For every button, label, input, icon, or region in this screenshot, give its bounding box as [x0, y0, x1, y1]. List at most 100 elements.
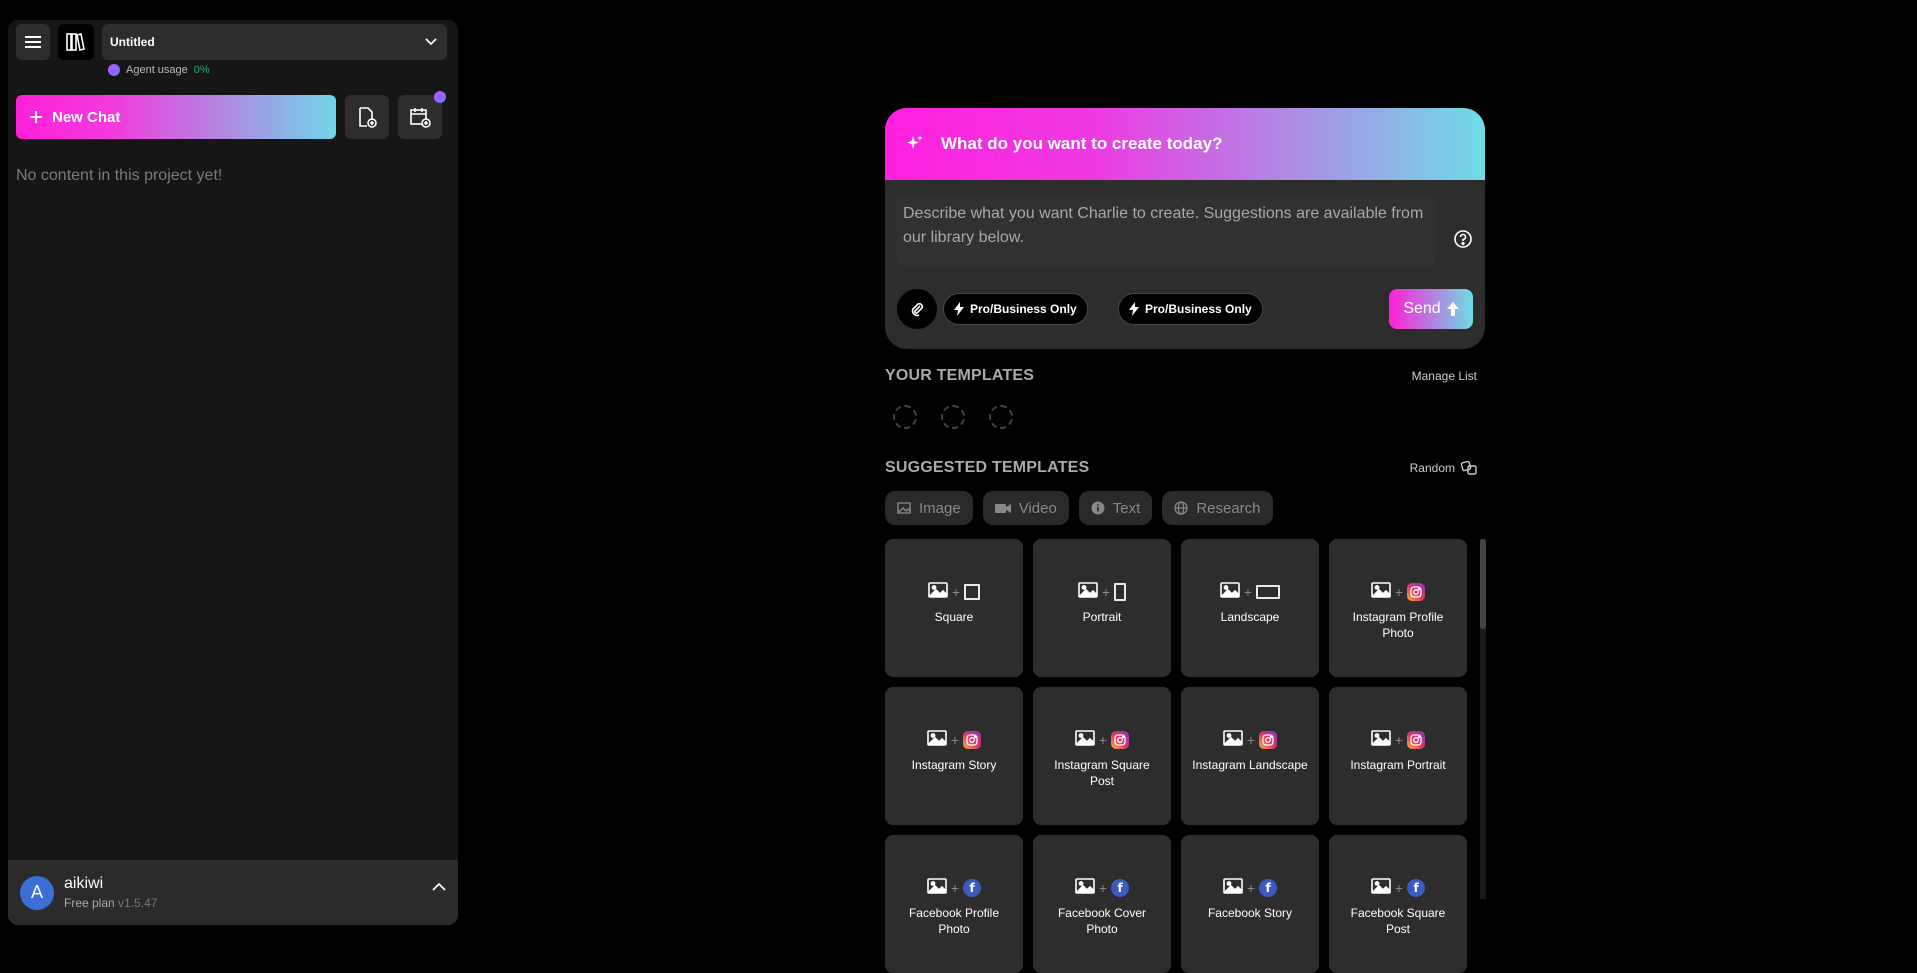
- image-icon: [926, 729, 947, 751]
- agent-usage: Agent usage 0%: [108, 64, 210, 76]
- plan-name: Free plan: [64, 896, 115, 910]
- library-logo[interactable]: [58, 24, 94, 60]
- add-document-button[interactable]: [345, 95, 389, 139]
- facebook-icon: f: [1259, 879, 1278, 897]
- template-card[interactable]: + Instagram Story: [885, 687, 1023, 825]
- filter-research[interactable]: Research: [1162, 491, 1273, 525]
- project-title: Untitled: [110, 35, 155, 49]
- filter-video[interactable]: Video: [982, 491, 1069, 525]
- instagram-icon: [1259, 731, 1278, 749]
- facebook-icon: f: [1111, 879, 1130, 897]
- chevron-up-icon[interactable]: [432, 882, 446, 891]
- portrait-shape-icon: [1114, 583, 1126, 601]
- facebook-icon: f: [963, 879, 982, 897]
- prompt-input[interactable]: Describe what you want Charlie to create…: [897, 196, 1435, 266]
- template-label: Instagram Profile Photo: [1352, 610, 1444, 640]
- add-schedule-button[interactable]: [398, 91, 446, 139]
- template-card[interactable]: + Instagram Profile Photo: [1329, 539, 1467, 677]
- help-icon[interactable]: [1453, 229, 1473, 249]
- pro-option-pill-2[interactable]: Pro/Business Only: [1118, 293, 1263, 325]
- template-card[interactable]: + f Facebook Profile Photo: [885, 835, 1023, 973]
- plus-icon: +: [1098, 880, 1108, 896]
- template-card[interactable]: + Instagram Square Post: [1033, 687, 1171, 825]
- suggested-templates-title: SUGGESTED TEMPLATES: [885, 459, 1090, 476]
- template-card[interactable]: + Landscape: [1181, 539, 1319, 677]
- template-card[interactable]: + f Facebook Square Post: [1329, 835, 1467, 973]
- template-icons: +: [1370, 581, 1426, 603]
- sidebar: Untitled Agent usage 0% New Chat No cont…: [8, 20, 458, 925]
- usage-icon: [108, 64, 120, 76]
- pro-badge-icon: [434, 91, 446, 103]
- template-card[interactable]: + Portrait: [1033, 539, 1171, 677]
- dice-icon: [1461, 461, 1477, 475]
- new-chat-button[interactable]: New Chat: [16, 95, 336, 139]
- image-icon: [1077, 581, 1098, 603]
- composer-header: What do you want to create today?: [885, 108, 1485, 180]
- template-card[interactable]: + Square: [885, 539, 1023, 677]
- template-filters: Image Video Text Research: [885, 491, 1485, 525]
- image-icon: [926, 877, 947, 899]
- new-chat-label: New Chat: [52, 108, 121, 126]
- template-label: Portrait: [1082, 610, 1122, 624]
- template-scrollbar[interactable]: [1480, 539, 1486, 899]
- template-label: Instagram Story: [911, 758, 997, 772]
- pro-option-pill-1[interactable]: Pro/Business Only: [943, 293, 1088, 325]
- instagram-icon: [1407, 731, 1426, 749]
- instagram-icon: [963, 731, 982, 749]
- template-label: Instagram Square Post: [1054, 758, 1150, 788]
- instagram-icon: [1111, 731, 1130, 749]
- composer-panel: What do you want to create today? Descri…: [885, 108, 1485, 349]
- chevron-down-icon: [425, 38, 437, 46]
- project-selector[interactable]: Untitled: [102, 24, 447, 60]
- plus-icon: [30, 111, 42, 123]
- plus-icon: +: [1246, 880, 1256, 896]
- template-icons: +: [1370, 729, 1426, 751]
- template-card[interactable]: + f Facebook Story: [1181, 835, 1319, 973]
- template-card[interactable]: + f Facebook Cover Photo: [1033, 835, 1171, 973]
- arrow-up-icon: [1446, 302, 1459, 316]
- plus-icon: +: [950, 880, 960, 896]
- template-card[interactable]: + Instagram Landscape: [1181, 687, 1319, 825]
- random-button[interactable]: Random: [1410, 461, 1477, 475]
- template-label: Facebook Story: [1207, 906, 1293, 920]
- template-label: Square: [934, 610, 974, 624]
- plus-icon: +: [1394, 732, 1404, 748]
- filter-text[interactable]: Text: [1078, 491, 1153, 525]
- image-icon: [1370, 729, 1391, 751]
- sidebar-topbar: Untitled: [16, 24, 447, 60]
- filter-image[interactable]: Image: [885, 491, 973, 525]
- loading-spinner-icon: [893, 405, 917, 429]
- plus-icon: +: [1243, 584, 1253, 600]
- template-icons: +: [927, 581, 980, 603]
- template-grid: + Square + Portrait + Landscape + Instagram Pro…: [885, 539, 1486, 973]
- user-account-bar[interactable]: A aikiwi Free plan v1.5.47: [8, 860, 458, 925]
- plus-icon: +: [1101, 584, 1111, 600]
- template-label: Landscape: [1220, 610, 1280, 624]
- image-icon: [1219, 581, 1240, 603]
- empty-project-message: No content in this project yet!: [16, 167, 223, 184]
- filter-video-label: Video: [1018, 499, 1057, 517]
- books-icon: [66, 33, 85, 51]
- instagram-icon: [1407, 583, 1426, 601]
- send-button[interactable]: Send: [1389, 289, 1473, 329]
- plus-icon: +: [1098, 732, 1108, 748]
- template-card[interactable]: + Instagram Portrait: [1329, 687, 1467, 825]
- pro-only-label-2: Pro/Business Only: [1145, 302, 1252, 316]
- square-shape-icon: [964, 584, 980, 600]
- plus-icon: +: [950, 732, 960, 748]
- template-label: Facebook Square Post: [1350, 906, 1446, 936]
- filter-research-label: Research: [1196, 499, 1261, 517]
- main-content: What do you want to create today? Descri…: [885, 108, 1486, 973]
- scrollbar-thumb[interactable]: [1480, 539, 1486, 629]
- file-add-icon: [359, 107, 377, 128]
- attach-button[interactable]: [897, 289, 937, 329]
- image-icon: [1222, 729, 1243, 751]
- agent-usage-label: Agent usage: [126, 64, 188, 76]
- menu-button[interactable]: [16, 24, 50, 60]
- plus-icon: +: [951, 584, 961, 600]
- image-icon: [1074, 877, 1095, 899]
- loading-spinner-icon: [941, 405, 965, 429]
- template-icons: +: [1077, 581, 1126, 603]
- manage-list-link[interactable]: Manage List: [1412, 369, 1477, 383]
- template-label: Facebook Profile Photo: [908, 906, 1000, 936]
